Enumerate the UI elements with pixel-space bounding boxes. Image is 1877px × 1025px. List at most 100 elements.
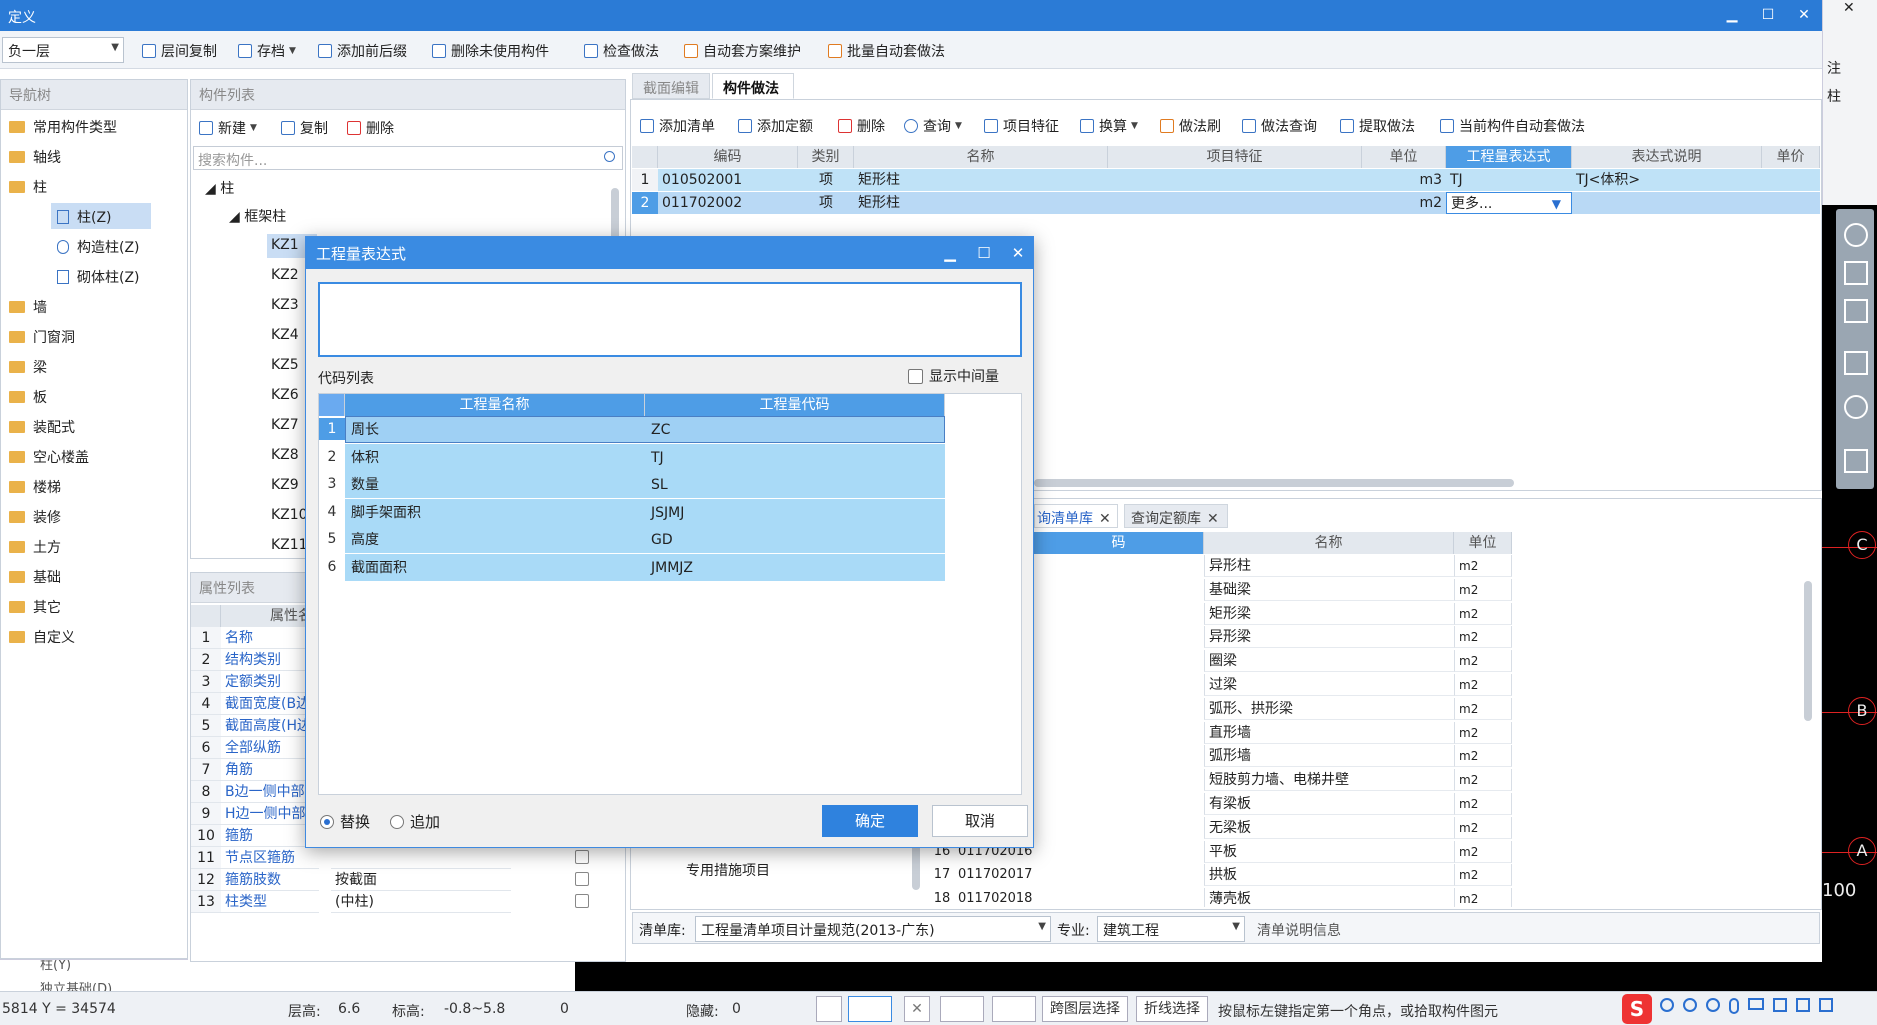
replace-radio[interactable]: 替换 xyxy=(320,811,370,832)
lib-row-unit[interactable]: m2 xyxy=(1454,793,1512,815)
lib-row-name[interactable]: 弧形墙 xyxy=(1204,745,1454,768)
layer-view-icon[interactable] xyxy=(1844,449,1868,473)
lib-row-unit[interactable]: m2 xyxy=(1454,816,1512,839)
component-item-kz3[interactable]: KZ3 xyxy=(271,297,299,313)
method-row-name[interactable]: 矩形柱 xyxy=(854,192,1108,214)
batch-auto-method-button[interactable]: 批量自动套做法 xyxy=(828,41,945,61)
search-icon[interactable] xyxy=(604,151,615,162)
lib-row-name[interactable]: 异形柱 xyxy=(1204,555,1454,577)
close-icon[interactable]: ✕ xyxy=(1099,511,1111,527)
lib-row-unit[interactable]: m2 xyxy=(1454,626,1512,649)
add-bill-button[interactable]: 添加清单 xyxy=(640,116,715,136)
bill-library-select[interactable]: 工程量清单项目计量规范(2013-广东) ▼ xyxy=(695,916,1051,942)
cross-toggle-icon[interactable]: ✕ xyxy=(904,996,930,1022)
auto-method-current-button[interactable]: 当前构件自动套做法 xyxy=(1440,116,1585,136)
cross-floor-select-button[interactable]: 跨图层选择 xyxy=(1042,996,1128,1022)
lib-row-unit[interactable]: m2 xyxy=(1454,674,1512,696)
prop-row-name[interactable]: 柱类型 xyxy=(221,891,319,913)
method-row-expression[interactable]: TJ xyxy=(1446,169,1572,191)
user-icon[interactable] xyxy=(1773,998,1787,1012)
ortho-toggle[interactable] xyxy=(816,996,842,1022)
bill-info-link[interactable]: 清单说明信息 xyxy=(1257,920,1341,940)
method-row-type[interactable]: 项 xyxy=(798,169,854,191)
nav-column[interactable]: 柱 xyxy=(9,177,47,197)
tree-group-frame-column[interactable]: ◢ 框架柱 xyxy=(229,206,286,226)
method-delete-button[interactable]: 删除 xyxy=(838,116,885,136)
ime-logo-icon[interactable]: S xyxy=(1622,994,1652,1024)
lib-row-name[interactable]: 平板 xyxy=(1204,840,1454,863)
ok-button[interactable]: 确定 xyxy=(822,805,918,837)
lib-row-unit[interactable]: m2 xyxy=(1454,769,1512,792)
punctuation-icon[interactable] xyxy=(1683,998,1697,1012)
nav-decoration[interactable]: 装修 xyxy=(9,507,61,527)
lib-row-name[interactable]: 直形墙 xyxy=(1204,721,1454,744)
method-row-expression-desc[interactable]: TJ<体积> xyxy=(1572,169,1762,191)
lib-row-code[interactable]: 011702018 xyxy=(954,888,1204,907)
copy-between-floors-button[interactable]: 层间复制 xyxy=(142,41,217,61)
nav-other[interactable]: 其它 xyxy=(9,597,61,617)
method-row-expression[interactable]: 更多... ▼ xyxy=(1446,192,1572,214)
top-view-icon[interactable] xyxy=(1844,299,1868,323)
maximize-button[interactable]: ☐ xyxy=(1758,6,1778,24)
lib-row-name[interactable]: 弧形、拱形梁 xyxy=(1204,697,1454,720)
method-row-code[interactable]: 010502001 xyxy=(658,169,798,191)
component-item-kz11[interactable]: KZ11 xyxy=(271,537,308,553)
add-prefix-suffix-button[interactable]: 添加前后缀 xyxy=(318,41,407,61)
lib-row-unit[interactable]: m2 xyxy=(1454,840,1512,863)
minimize-button[interactable]: ▁ xyxy=(1722,6,1742,24)
3d-view-icon[interactable] xyxy=(1844,261,1868,285)
close-button[interactable]: ✕ xyxy=(1794,6,1814,24)
nav-openings[interactable]: 门窗洞 xyxy=(9,327,75,347)
outer-close-button[interactable]: ✕ xyxy=(1843,0,1855,16)
lib-row-unit[interactable]: m2 xyxy=(1454,745,1512,768)
emoji-icon[interactable] xyxy=(1706,998,1720,1012)
angle-select[interactable] xyxy=(940,996,984,1022)
microphone-icon[interactable] xyxy=(1729,998,1739,1014)
toolbox-icon[interactable] xyxy=(1819,998,1833,1012)
copy-component-button[interactable]: 复制 xyxy=(281,118,328,138)
nav-wall[interactable]: 墙 xyxy=(9,297,47,317)
library-vscrollbar[interactable] xyxy=(1804,581,1812,721)
prop-row-value[interactable]: (中柱) xyxy=(331,891,511,913)
method-hscrollbar[interactable] xyxy=(1034,479,1514,487)
method-row-unit[interactable]: m3 xyxy=(1362,169,1446,191)
lib-row-name[interactable]: 异形梁 xyxy=(1204,626,1454,649)
append-radio[interactable]: 追加 xyxy=(390,811,440,832)
nav-slab[interactable]: 板 xyxy=(9,387,47,407)
tab-section-edit[interactable]: 截面编辑 xyxy=(632,73,710,99)
keyboard-icon[interactable] xyxy=(1748,998,1764,1010)
lib-row-unit[interactable]: m2 xyxy=(1454,578,1512,601)
lib-row-name[interactable]: 过梁 xyxy=(1204,674,1454,696)
code-row-name[interactable]: 截面面积 xyxy=(347,557,643,579)
query-button[interactable]: 查询 ▼ xyxy=(904,116,962,136)
tree-root-column[interactable]: ◢ 柱 xyxy=(205,178,234,198)
lib-row-name[interactable]: 无梁板 xyxy=(1204,816,1454,839)
method-brush-button[interactable]: 做法刷 xyxy=(1160,116,1221,136)
box-view-icon[interactable] xyxy=(1844,351,1868,375)
nav-prefab[interactable]: 装配式 xyxy=(9,417,75,437)
code-row-code[interactable]: SL xyxy=(647,474,943,496)
component-item-kz4[interactable]: KZ4 xyxy=(271,327,299,343)
method-row-name[interactable]: 矩形柱 xyxy=(854,169,1108,191)
lib-row-name[interactable]: 拱板 xyxy=(1204,864,1454,887)
add-quota-button[interactable]: 添加定额 xyxy=(738,116,813,136)
expression-input[interactable] xyxy=(318,282,1022,357)
new-component-button[interactable]: 新建 ▼ xyxy=(199,118,257,138)
nav-earthwork[interactable]: 土方 xyxy=(9,537,61,557)
delete-unused-button[interactable]: 删除未使用构件 xyxy=(432,41,549,61)
nav-column-z[interactable]: 柱(Z) xyxy=(57,207,112,227)
prop-row-value[interactable] xyxy=(331,847,511,869)
lib-row-code[interactable]: 011702017 xyxy=(954,864,1204,886)
lib-row-unit[interactable]: m2 xyxy=(1454,697,1512,720)
nav-custom[interactable]: 自定义 xyxy=(9,627,75,647)
method-row-feature[interactable] xyxy=(1108,169,1362,191)
component-item-kz8[interactable]: KZ8 xyxy=(271,447,299,463)
lib-row-unit[interactable]: m2 xyxy=(1454,555,1512,577)
code-row-code[interactable]: JSJMJ xyxy=(647,502,943,524)
nav-axis[interactable]: 轴线 xyxy=(9,147,61,167)
lib-row-unit[interactable]: m2 xyxy=(1454,864,1512,887)
peek-item-1[interactable]: 柱(Y) xyxy=(40,960,71,973)
drawing-canvas[interactable]: C B A 100 xyxy=(1822,205,1877,991)
lib-row-name[interactable]: 矩形梁 xyxy=(1204,602,1454,625)
component-item-kz5[interactable]: KZ5 xyxy=(271,357,299,373)
